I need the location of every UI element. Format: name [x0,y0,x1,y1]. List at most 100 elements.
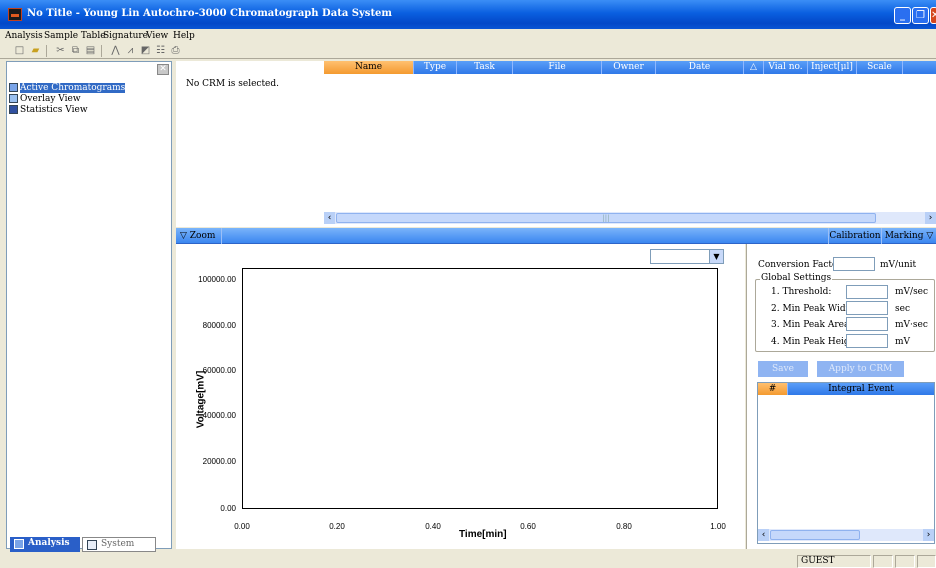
tree-item-overlay-view[interactable]: Overlay View [9,94,81,104]
status-cell [917,555,936,568]
new-file-icon[interactable]: □ [13,45,26,57]
threshold-unit: mV/sec [895,287,929,297]
copy-icon[interactable]: ⧉ [69,45,82,57]
navigator-panel: ✕ Active Chromatograms Overlay View Stat… [6,61,172,549]
conversion-factor-input[interactable] [833,257,875,271]
threshold-label: 1. Threshold: [771,287,832,297]
chromatogram-select[interactable]: ▼ [650,249,724,264]
system-tab-icon [87,540,97,550]
print-icon[interactable]: ⎙ [169,45,182,57]
marking-button[interactable]: Marking ▽ [881,228,936,244]
baseline-icon[interactable]: ⩘ [124,45,137,57]
x-tick-label: 1.00 [710,522,726,531]
x-tick-label: 0.40 [425,522,441,531]
scroll-thumb[interactable] [770,530,860,540]
scroll-left-icon[interactable]: ‹ [324,212,335,224]
crm-table-header: Name Type Task File Owner Date △ Vial no… [324,61,936,74]
plot-frame[interactable] [242,268,718,509]
toolbar-separator [101,45,102,57]
column-inject[interactable]: Inject[μl] [808,61,857,74]
apply-to-crm-button[interactable]: Apply to CRM [817,361,904,377]
min-peak-width-label: 2. Min Peak Width: [771,304,859,314]
zoom-bar: ▽ Zoom Calibration Marking ▽ [176,228,936,244]
app-icon[interactable] [8,8,22,21]
min-peak-area-unit: mV·sec [895,320,928,330]
open-folder-icon[interactable]: ▰ [29,45,42,57]
crm-list: No CRM is selected. Name Type Task File … [176,61,936,227]
scroll-right-icon[interactable]: › [923,529,934,541]
column-integral-event[interactable]: Integral Event [788,383,934,395]
min-peak-area-input[interactable] [846,317,888,331]
menu-signature[interactable]: Signature [103,31,148,41]
y-tick-label: 80000.00 [202,321,236,330]
column-date[interactable]: Date [656,61,744,74]
integral-event-header: # Integral Event [758,383,934,395]
column-number[interactable]: # [758,383,788,395]
navigator-tabs: Analysis System [6,537,172,553]
sort-indicator-icon[interactable]: △ [744,61,764,74]
column-task[interactable]: Task [457,61,513,74]
column-vial-no[interactable]: Vial no. [764,61,808,74]
peak-icon[interactable]: ⋀ [109,45,122,57]
min-peak-area-label: 3. Min Peak Area: [771,320,853,330]
calibration-button[interactable]: Calibration [828,228,881,244]
menu-view[interactable]: View [146,31,168,41]
scroll-left-icon[interactable]: ‹ [758,529,769,541]
conversion-factor-label: Conversion Factor: [758,260,845,270]
column-name[interactable]: Name [324,61,414,74]
conversion-unit-label: mV/unit [880,260,917,270]
no-crm-message: No CRM is selected. [186,79,280,89]
status-user: GUEST [797,555,871,568]
column-owner[interactable]: Owner [602,61,656,74]
cut-icon[interactable]: ✂ [54,45,67,57]
title-bar: No Title - Young Lin Autochro-3000 Chrom… [0,0,936,29]
min-peak-width-unit: sec [895,304,910,314]
table-icon[interactable]: ☷ [154,45,167,57]
analysis-tab-icon [14,539,24,549]
chevron-down-icon[interactable]: ▼ [709,250,723,263]
menu-sample-table[interactable]: Sample Table [44,31,106,41]
tab-system[interactable]: System [82,537,156,552]
x-tick-label: 0.20 [329,522,345,531]
status-cell [873,555,893,568]
column-file[interactable]: File [513,61,602,74]
global-settings-title: Global Settings [760,273,833,283]
tree-item-active-chromatograms[interactable]: Active Chromatograms [9,83,126,93]
integral-event-scrollbar[interactable]: ‹ › [758,529,934,541]
status-bar: GUEST [0,553,936,568]
x-tick-label: 0.80 [616,522,632,531]
zoom-toggle[interactable]: ▽ Zoom [180,228,223,244]
column-type[interactable]: Type [414,61,457,74]
threshold-input[interactable] [846,285,888,299]
min-peak-height-unit: mV [895,337,911,347]
chart-edit-icon[interactable]: ◩ [139,45,152,57]
menu-help[interactable]: Help [173,31,195,41]
y-tick-label: 100000.00 [198,275,236,284]
restore-button[interactable]: ❐ [912,7,929,24]
scroll-right-icon[interactable]: › [925,212,936,224]
statistics-view-icon [9,105,18,114]
active-chromatograms-icon [9,83,18,92]
min-peak-height-input[interactable] [846,334,888,348]
tree-item-statistics-view[interactable]: Statistics View [9,105,88,115]
toolbar-separator [46,45,47,57]
chromatogram-plot: ▼ 100000.00 80000.00 60000.00 40000.00 2… [176,244,745,549]
min-peak-width-input[interactable] [846,301,888,315]
toolbar: □ ▰ ✂ ⧉ ▤ ⋀ ⩘ ◩ ☷ ⎙ [0,43,936,59]
minimize-button[interactable]: _ [894,7,911,24]
close-button[interactable]: ✕ [930,7,936,24]
paste-icon[interactable]: ▤ [84,45,97,57]
tab-analysis[interactable]: Analysis [10,537,80,552]
x-tick-label: 0.00 [234,522,250,531]
y-tick-label: 0.00 [220,504,236,513]
crm-horizontal-scrollbar[interactable]: ‹ ||| › [324,212,936,224]
column-scale[interactable]: Scale [857,61,903,74]
save-button[interactable]: Save [758,361,808,377]
scroll-thumb[interactable]: ||| [336,213,876,223]
y-axis-label: Voltage[mV] [195,370,207,429]
panel-close-icon[interactable]: ✕ [157,64,169,75]
menu-analysis[interactable]: Analysis [5,31,43,41]
x-tick-label: 0.60 [520,522,536,531]
integration-settings-panel: Conversion Factor: mV/unit Global Settin… [746,244,936,549]
menu-bar: Analysis Sample Table Signature View Hel… [0,29,936,43]
